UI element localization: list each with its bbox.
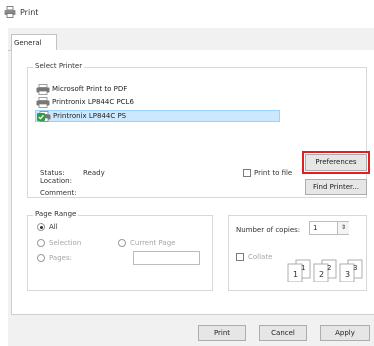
collate-label: Collate <box>248 253 273 261</box>
window-title: Print <box>20 8 39 17</box>
status-value: Ready <box>83 169 105 177</box>
location-label: Location: <box>40 177 72 185</box>
page-range-legend: Page Range <box>33 210 79 218</box>
printer-name: Microsoft Print to PDF <box>52 85 128 93</box>
collate-page-icon <box>313 259 337 282</box>
collate-page-number: 1 <box>301 264 306 272</box>
cancel-button[interactable]: Cancel <box>259 325 307 341</box>
collate-page-number: 2 <box>319 270 325 279</box>
current-page-radio[interactable] <box>118 239 126 247</box>
select-printer-legend: Select Printer <box>33 62 85 70</box>
collate-page-number: 2 <box>327 264 332 272</box>
collate-page-number: 1 <box>293 270 299 279</box>
find-printer-button[interactable]: Find Printer... <box>305 179 367 195</box>
printer-icon <box>4 6 16 18</box>
collate-checkbox[interactable] <box>236 253 244 261</box>
tab-general[interactable]: General <box>11 34 57 51</box>
pages-input[interactable] <box>133 251 200 265</box>
pages-label: Pages: <box>49 254 72 262</box>
collate-page-number: 3 <box>345 270 351 279</box>
all-label: All <box>49 223 58 231</box>
print-to-file-label: Print to file <box>254 169 293 177</box>
collate-page-icon <box>339 259 363 282</box>
printer-list[interactable]: Microsoft Print to PDF Printronix LP844C… <box>36 77 359 133</box>
print-button[interactable]: Print <box>198 325 246 341</box>
tab-strip <box>8 28 374 51</box>
comment-label: Comment: <box>40 189 77 197</box>
collate-page-number: 3 <box>353 264 358 272</box>
pages-radio[interactable] <box>37 254 45 262</box>
printer-name: Printronix LP844C PCL6 <box>52 98 134 106</box>
copies-spinner[interactable]: ⇕ <box>337 222 349 234</box>
printer-item-ps[interactable]: Printronix LP844C PS <box>37 110 126 122</box>
default-printer-icon <box>37 110 51 122</box>
all-radio[interactable] <box>37 223 45 231</box>
title-bar <box>0 0 374 28</box>
number-of-copies-label: Number of copies: <box>236 226 301 234</box>
current-page-label: Current Page <box>130 239 176 247</box>
status-label: Status: <box>40 169 65 177</box>
printer-item-microsoft-pdf[interactable]: Microsoft Print to PDF <box>36 83 127 95</box>
selection-radio[interactable] <box>37 239 45 247</box>
spinner-arrows-icon: ⇕ <box>340 224 347 231</box>
printer-icon <box>36 96 50 108</box>
printer-name: Printronix LP844C PS <box>53 112 127 120</box>
collate-page-icon <box>287 259 311 282</box>
preferences-button[interactable]: Preferences <box>305 154 367 171</box>
printer-item-pcl6[interactable]: Printronix LP844C PCL6 <box>36 96 134 108</box>
apply-button[interactable]: Apply <box>320 325 370 341</box>
print-to-file-checkbox[interactable] <box>243 169 251 177</box>
printer-icon <box>36 83 50 95</box>
selection-label: Selection <box>49 239 82 247</box>
